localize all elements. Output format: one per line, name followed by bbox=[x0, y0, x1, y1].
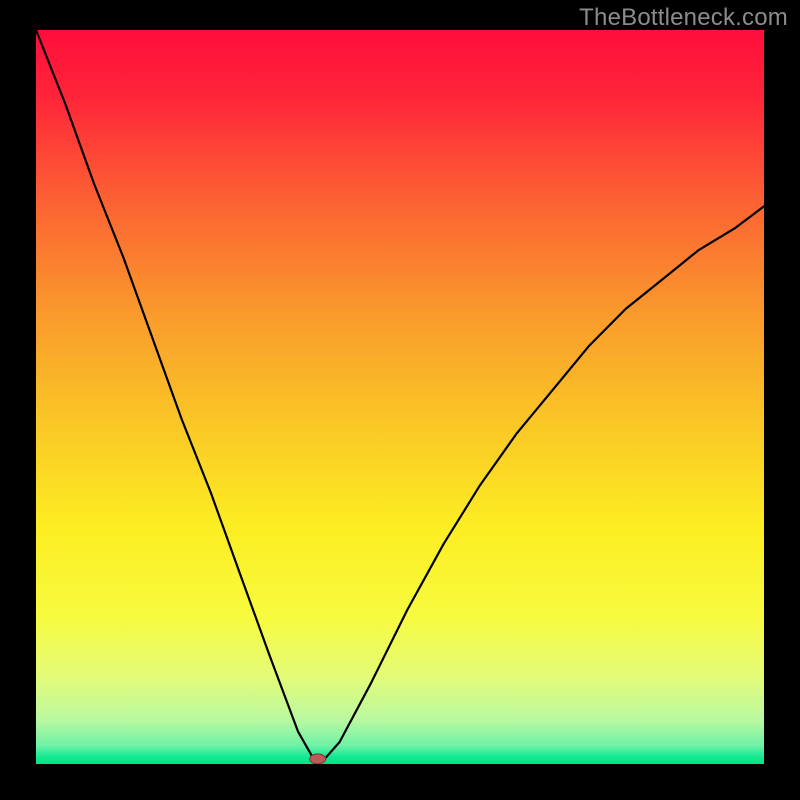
chart-background bbox=[36, 30, 764, 764]
watermark-text: TheBottleneck.com bbox=[579, 4, 788, 32]
outer-frame: TheBottleneck.com bbox=[0, 0, 800, 800]
chart-plot-area bbox=[36, 30, 764, 764]
chart-svg bbox=[36, 30, 764, 764]
optimal-point-marker bbox=[310, 754, 326, 764]
